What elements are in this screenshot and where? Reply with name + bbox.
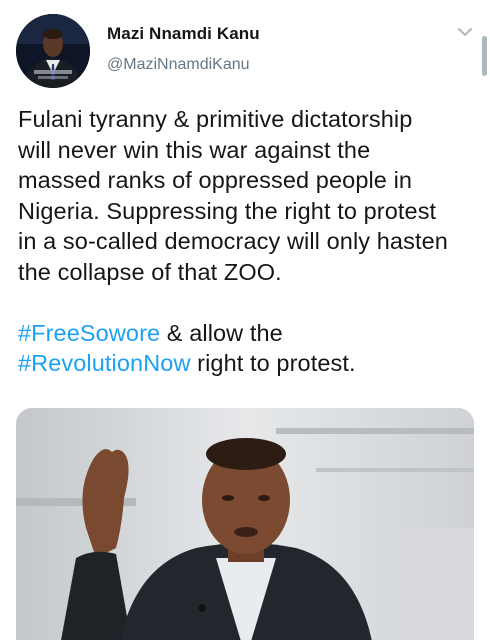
scrollbar[interactable] <box>482 36 487 76</box>
tweet-text-line: will never win this war against the <box>18 136 371 163</box>
tweet-card: Mazi Nnamdi Kanu @MaziNnamdiKanu Fulani … <box>0 0 490 640</box>
tweet-text-line: Nigeria. Suppressing the right to protes… <box>18 197 437 224</box>
author-name[interactable]: Mazi Nnamdi Kanu <box>107 24 260 44</box>
tweet-text-line: Fulani tyranny & primitive dictatorship <box>18 106 413 132</box>
tweet-text-line: massed ranks of oppressed people in <box>18 167 413 193</box>
hashtag-link[interactable]: #RevolutionNow <box>18 350 191 376</box>
hashtag-link[interactable]: #FreeSowore <box>18 320 160 346</box>
chevron-down-icon[interactable] <box>455 24 475 40</box>
tweet-text-line: in a so-called democracy will only haste… <box>18 228 448 254</box>
tweet-text: Fulani tyranny & primitive dictatorship … <box>18 104 478 379</box>
tweet-text-fragment: & allow the <box>160 319 283 346</box>
avatar[interactable] <box>16 14 90 88</box>
tweet-text-line: #RevolutionNow right to protest. <box>18 348 478 379</box>
tweet-text-line: #FreeSowore & allow the <box>18 318 478 349</box>
tweet-text-fragment: right to protest. <box>190 350 356 376</box>
author-handle[interactable]: @MaziNnamdiKanu <box>107 56 250 74</box>
avatar-image <box>16 14 90 88</box>
tweet-media-image[interactable] <box>16 408 474 640</box>
tweet-text-line: the collapse of that ZOO. <box>18 258 282 285</box>
